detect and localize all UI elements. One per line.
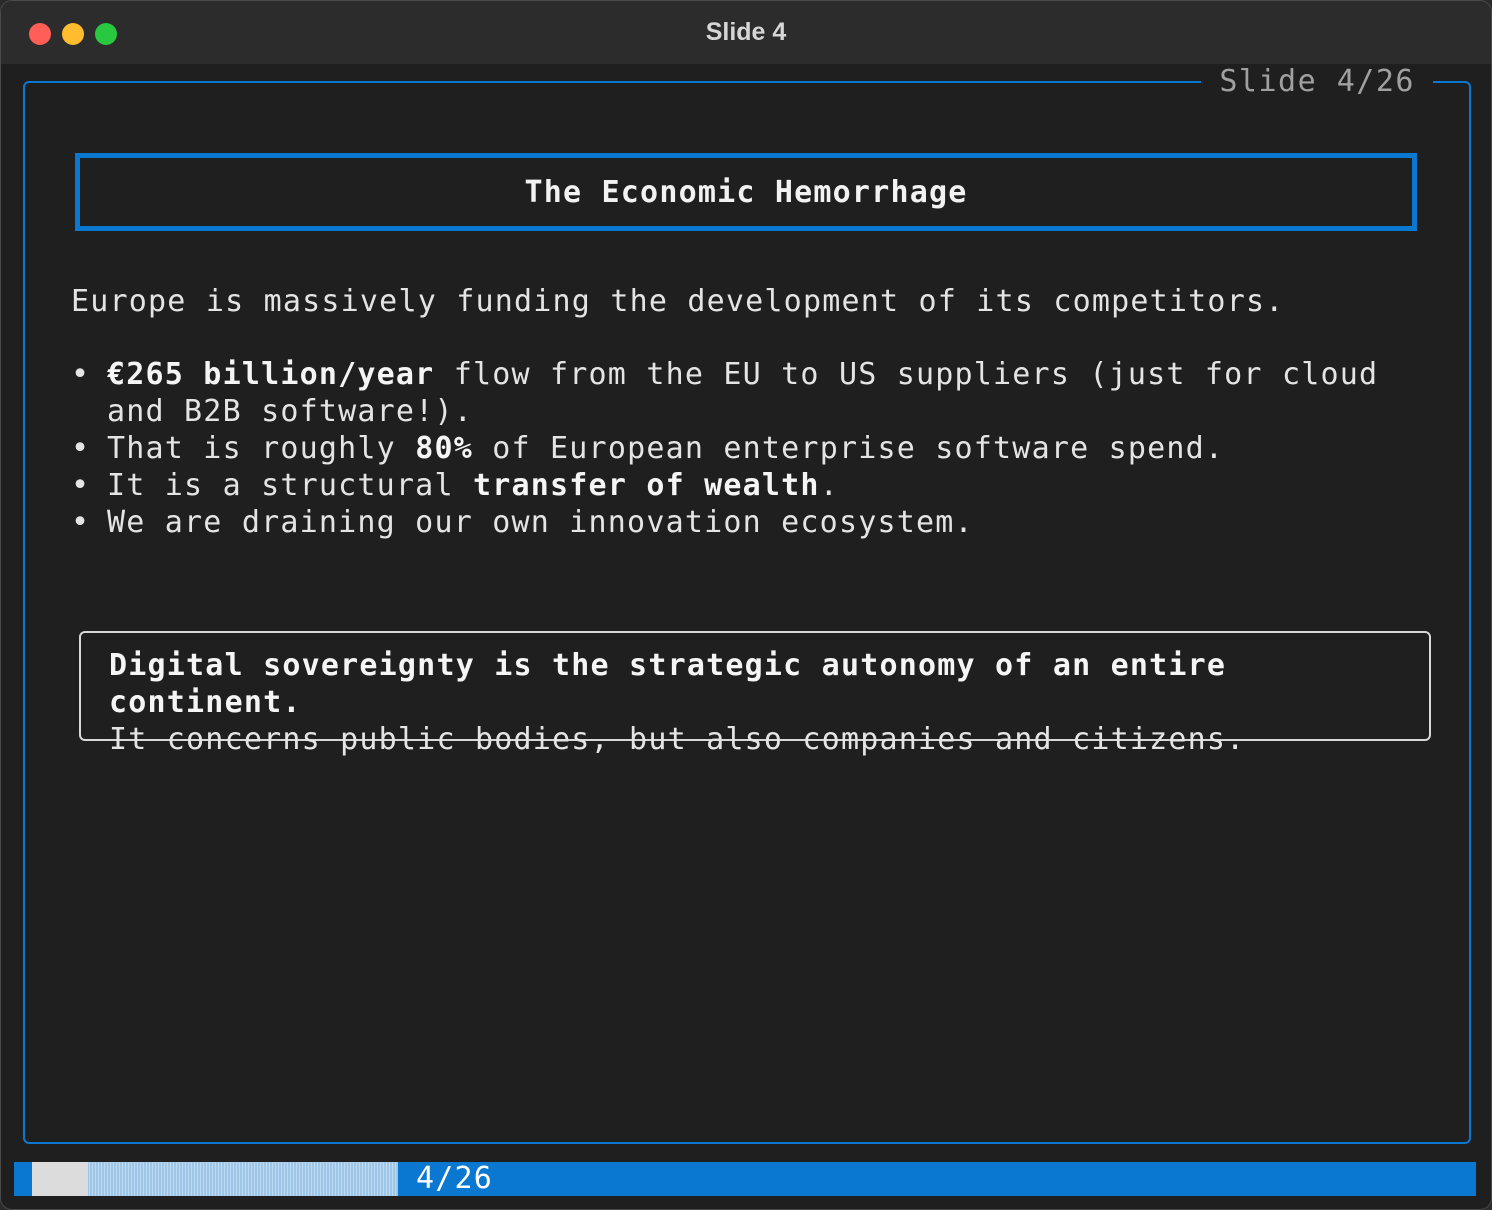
bullet-bold: transfer of wealth: [472, 468, 820, 503]
slide-position: 4/26: [416, 1161, 494, 1196]
bullet-item: • We are draining our own innovation ecos…: [71, 504, 1451, 541]
bullet-icon: •: [71, 357, 91, 392]
bullet-text: It is a structural: [107, 468, 473, 503]
bullet-icon: •: [71, 468, 91, 503]
callout-subtext: It concerns public bodies, but also comp…: [109, 722, 1246, 757]
bullet-list: • €265 billion/year flow from the EU to U…: [71, 356, 1451, 541]
bullet-text: We are draining our own innovation ecosy…: [107, 505, 974, 540]
status-bar: 4/26: [14, 1162, 1476, 1196]
callout-headline: Digital sovereignty is the strategic aut…: [109, 647, 1415, 721]
window-title: Slide 4: [705, 18, 787, 46]
bullet-text: of European enterprise software spend.: [472, 431, 1225, 466]
progress-bar: [32, 1162, 398, 1196]
progress-fill: [32, 1162, 88, 1196]
bullet-bold: €265 billion/year: [107, 357, 435, 392]
terminal-window: Slide 4 Slide 4/26 The Economic Hemorrha…: [0, 0, 1492, 1210]
terminal-content: Slide 4/26 The Economic Hemorrhage Europ…: [1, 64, 1491, 1209]
bullet-text: That is roughly: [107, 431, 416, 466]
bullet-item: • That is roughly 80% of European enterpr…: [71, 430, 1451, 467]
slide-title-box: The Economic Hemorrhage: [75, 153, 1417, 231]
callout-box: Digital sovereignty is the strategic aut…: [79, 631, 1431, 757]
slide-title: The Economic Hemorrhage: [524, 174, 968, 210]
intro-text: Europe is massively funding the developm…: [71, 284, 1285, 319]
slide-body: Europe is massively funding the developm…: [71, 283, 1451, 541]
callout-headline-text: Digital sovereignty is the strategic aut…: [109, 648, 1227, 720]
bullet-item: • It is a structural transfer of wealth.: [71, 467, 1451, 504]
bullet-bold: 80%: [415, 431, 473, 466]
title-bar: Slide 4: [1, 1, 1491, 64]
slide-frame: Slide 4/26 The Economic Hemorrhage Europ…: [23, 66, 1471, 1144]
bullet-icon: •: [71, 431, 91, 466]
bullet-item: • €265 billion/year flow from the EU to U…: [71, 356, 1451, 430]
slide-counter: Slide 4/26: [1201, 66, 1433, 98]
bullet-text: .: [819, 468, 839, 503]
bullet-icon: •: [71, 505, 91, 540]
